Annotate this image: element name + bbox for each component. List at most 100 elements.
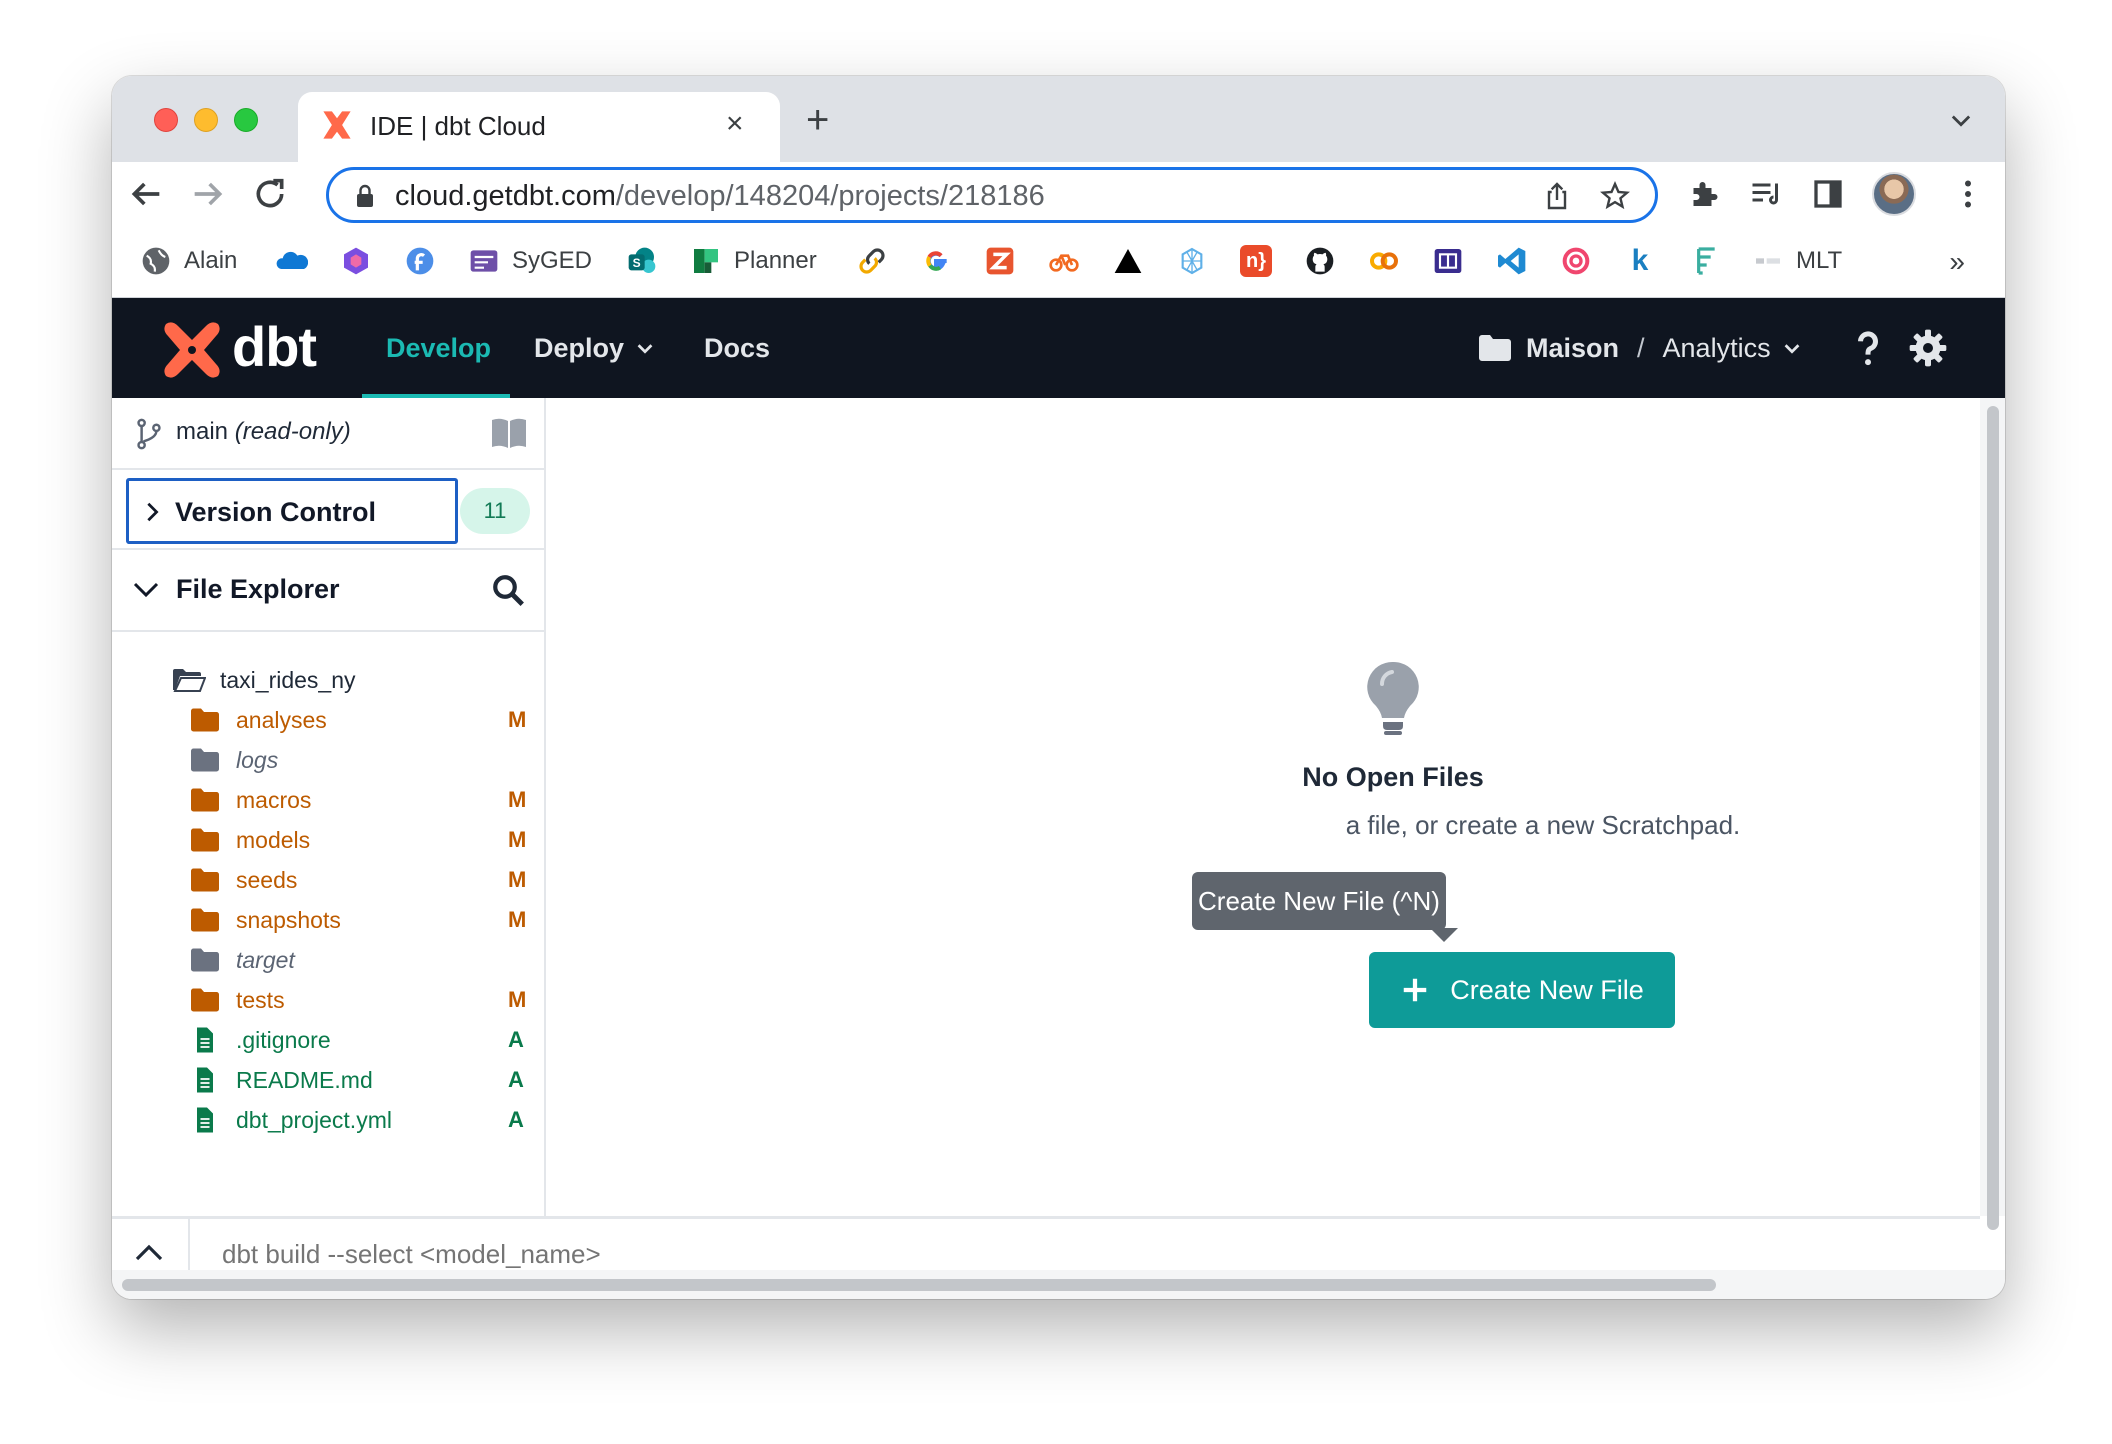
lock-icon[interactable]	[353, 183, 377, 209]
version-control-toggle[interactable]: Version Control	[126, 478, 458, 544]
bookmark-onedrive[interactable]	[276, 244, 308, 278]
horizontal-scrollbar[interactable]	[112, 1270, 2005, 1299]
version-control-row: Version Control 11	[112, 470, 544, 550]
browser-toolbar: cloud.getdbt.com/develop/148204/projects…	[112, 162, 2005, 226]
link-icon	[859, 248, 885, 274]
bookmark-vscode[interactable]	[1496, 244, 1528, 278]
file-item[interactable]: .gitignore A	[190, 1020, 540, 1060]
branch-label: main (read-only)	[176, 418, 351, 446]
folder-item[interactable]: target	[190, 940, 540, 980]
project-root-folder[interactable]: taxi_rides_ny	[172, 660, 356, 700]
bookmark-tree[interactable]	[1688, 244, 1720, 278]
command-input[interactable]	[222, 1239, 1022, 1270]
app-icon	[1434, 249, 1462, 273]
folder-icon	[191, 708, 219, 732]
maximize-window-button[interactable]	[234, 108, 258, 132]
bookmark-syged[interactable]: SyGED	[468, 244, 592, 278]
folder-icon	[191, 748, 219, 772]
share-icon[interactable]	[1541, 180, 1573, 212]
branch-name: main	[176, 418, 229, 445]
reading-list-icon[interactable]	[1748, 176, 1784, 212]
file-explorer-label[interactable]: File Explorer	[176, 574, 340, 605]
star-icon[interactable]	[1599, 180, 1631, 212]
browser-tab[interactable]: IDE | dbt Cloud ×	[298, 92, 780, 162]
folder-icon	[191, 948, 219, 972]
nav-develop[interactable]: Develop	[386, 298, 491, 398]
bookmark-github[interactable]	[1304, 244, 1336, 278]
folder-item[interactable]: logs	[190, 740, 540, 780]
nav-deploy[interactable]: Deploy	[534, 298, 656, 398]
bookmark-sharepoint[interactable]: S	[626, 244, 658, 278]
folder-icon	[1479, 335, 1511, 361]
file-item[interactable]: dbt_project.yml A	[190, 1100, 540, 1140]
git-status-badge: M	[508, 987, 527, 1012]
url-text[interactable]: cloud.getdbt.com/develop/148204/projects…	[395, 180, 1045, 213]
branch-mode: (read-only)	[234, 418, 351, 445]
git-status-badge: M	[508, 827, 527, 852]
folder-item[interactable]: models M	[190, 820, 540, 860]
tree-item-label: .gitignore	[236, 1026, 331, 1053]
forward-arrow-icon[interactable]	[188, 174, 228, 214]
tree-item-label: dbt_project.yml	[236, 1106, 392, 1133]
triangle-icon	[1114, 249, 1142, 273]
minimize-window-button[interactable]	[194, 108, 218, 132]
folder-item[interactable]: snapshots M	[190, 900, 540, 940]
project-switcher[interactable]: Maison / Analytics	[1478, 298, 1803, 398]
bookmark-triangle[interactable]	[1112, 244, 1144, 278]
bookmark-f[interactable]	[404, 244, 436, 278]
close-window-button[interactable]	[154, 108, 178, 132]
reload-icon[interactable]	[250, 174, 290, 214]
project-name: Analytics	[1662, 332, 1771, 363]
bookmark-planner[interactable]: Planner	[690, 244, 817, 278]
file-item[interactable]: README.md A	[190, 1060, 540, 1100]
bookmark-bike[interactable]	[1048, 244, 1080, 278]
command-bar-expand-button[interactable]	[112, 1219, 190, 1273]
back-arrow-icon[interactable]	[126, 174, 166, 214]
bookmark-app[interactable]	[1432, 244, 1464, 278]
bookmark-colab[interactable]	[1368, 244, 1400, 278]
bookmark-google[interactable]	[920, 244, 952, 278]
folder-icon	[191, 788, 219, 812]
tab-search-chevron-icon[interactable]	[1947, 106, 1975, 134]
bookmarks-overflow-button[interactable]: »	[1949, 246, 1965, 278]
chevron-down-icon[interactable]	[132, 578, 160, 602]
side-panel-icon[interactable]	[1810, 176, 1846, 212]
vertical-scrollbar[interactable]	[1980, 398, 2005, 1230]
small-logo-icon	[1756, 258, 1780, 264]
tab-close-icon[interactable]: ×	[726, 106, 744, 142]
settings-gear-icon[interactable]	[1908, 328, 1948, 368]
folder-item[interactable]: tests M	[190, 980, 540, 1020]
version-control-label: Version Control	[175, 497, 377, 527]
address-bar[interactable]: cloud.getdbt.com/develop/148204/projects…	[326, 167, 1658, 223]
bookmark-zotero[interactable]	[984, 244, 1016, 278]
bookmark-brain[interactable]	[1176, 244, 1208, 278]
dbt-wordmark[interactable]: dbt	[232, 314, 317, 379]
google-icon	[926, 251, 947, 271]
file-icon	[197, 1067, 213, 1093]
profile-avatar[interactable]	[1872, 172, 1916, 216]
folder-item[interactable]: macros M	[190, 780, 540, 820]
bookmark-k[interactable]: k	[1624, 244, 1656, 278]
bookmark-label: SyGED	[512, 247, 593, 274]
folder-item[interactable]: analyses M	[190, 700, 540, 740]
office-icon	[344, 247, 368, 275]
bookmark-target[interactable]	[1560, 244, 1592, 278]
vertical-scrollbar-thumb[interactable]	[1987, 406, 1999, 1230]
new-tab-button[interactable]: +	[806, 100, 829, 140]
book-open-icon[interactable]	[490, 416, 528, 450]
browser-menu-icon[interactable]	[1950, 176, 1986, 212]
dbt-logo-icon[interactable]	[160, 320, 224, 380]
create-new-file-button[interactable]: Create New File	[1369, 952, 1675, 1028]
folder-item[interactable]: seeds M	[190, 860, 540, 900]
nav-docs[interactable]: Docs	[704, 298, 770, 398]
help-icon[interactable]	[1848, 328, 1888, 368]
bookmark-mlt[interactable]: MLT	[1752, 244, 1842, 278]
horizontal-scrollbar-thumb[interactable]	[122, 1279, 1716, 1291]
bookmark-alain[interactable]: Alain	[140, 244, 237, 278]
extensions-puzzle-icon[interactable]	[1686, 176, 1722, 212]
bookmark-office[interactable]	[340, 244, 372, 278]
bookmark-n[interactable]: n}	[1240, 244, 1272, 278]
n-icon: n}	[1240, 245, 1272, 277]
bookmark-link[interactable]	[856, 244, 888, 278]
search-icon[interactable]	[490, 572, 526, 608]
